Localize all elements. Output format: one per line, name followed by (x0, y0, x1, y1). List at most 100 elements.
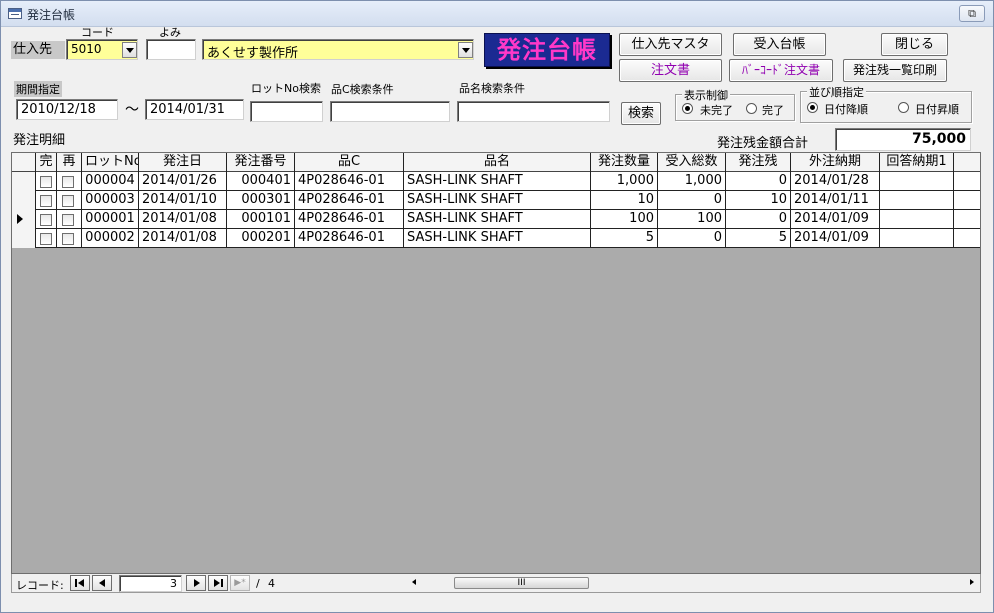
lot-no-cell[interactable]: 000002 (82, 229, 139, 248)
col-header-answer-date[interactable]: 回答納期1 (880, 153, 954, 172)
last-record-button[interactable] (208, 575, 228, 591)
col-header-reissue[interactable]: 再 (57, 153, 82, 172)
horizontal-scrollbar[interactable]: III (412, 576, 977, 590)
part-code-cell[interactable]: 4P028646-01 (295, 229, 404, 248)
scroll-right-icon[interactable] (970, 579, 974, 585)
answer-date-cell[interactable] (880, 229, 954, 248)
part-code-search-input[interactable] (330, 101, 450, 122)
row-selector[interactable] (12, 229, 36, 248)
table-row[interactable]: 000002 2014/01/08 000201 4P028646-01 SAS… (12, 229, 980, 248)
scroll-thumb[interactable]: III (454, 577, 589, 589)
order-no-cell[interactable]: 000101 (227, 210, 295, 229)
col-header-lot-no[interactable]: ロットNo (82, 153, 139, 172)
part-name-cell[interactable]: SASH-LINK SHAFT (404, 172, 591, 191)
col-header-part-name[interactable]: 品名 (404, 153, 591, 172)
radio-date-desc[interactable] (807, 102, 818, 113)
receipt-ledger-button[interactable]: 受入台帳 (733, 33, 826, 56)
new-record-button[interactable]: ▶* (230, 575, 250, 591)
remaining-cell[interactable]: 5 (726, 229, 791, 248)
print-outstanding-list-button[interactable]: 発注残一覧印刷 (843, 59, 947, 82)
col-header-remaining[interactable]: 発注残 (726, 153, 791, 172)
search-button[interactable]: 検索 (621, 102, 661, 125)
lot-no-cell[interactable]: 000003 (82, 191, 139, 210)
order-qty-cell[interactable]: 1,000 (591, 172, 658, 191)
next-record-button[interactable] (186, 575, 206, 591)
part-name-cell[interactable]: SASH-LINK SHAFT (404, 210, 591, 229)
order-qty-cell[interactable]: 10 (591, 191, 658, 210)
reissue-checkbox[interactable] (62, 233, 74, 245)
scroll-left-icon[interactable] (412, 579, 416, 585)
due-date-cell[interactable]: 2014/01/09 (791, 210, 880, 229)
part-name-cell[interactable]: SASH-LINK SHAFT (404, 191, 591, 210)
complete-checkbox[interactable] (40, 176, 52, 188)
order-date-cell[interactable]: 2014/01/10 (139, 191, 227, 210)
first-record-button[interactable] (70, 575, 90, 591)
complete-checkbox[interactable] (40, 214, 52, 226)
radio-incomplete[interactable] (682, 103, 693, 114)
table-row[interactable]: 000004 2014/01/26 000401 4P028646-01 SAS… (12, 172, 980, 191)
col-header-order-date[interactable]: 発注日 (139, 153, 227, 172)
barcode-order-button[interactable]: ﾊﾞｰｺｰﾄﾞ注文書 (729, 59, 833, 82)
due-date-cell[interactable]: 2014/01/09 (791, 229, 880, 248)
complete-checkbox[interactable] (40, 233, 52, 245)
order-date-cell[interactable]: 2014/01/26 (139, 172, 227, 191)
lot-no-cell[interactable]: 000004 (82, 172, 139, 191)
row-selector[interactable] (12, 191, 36, 210)
remaining-cell[interactable]: 0 (726, 210, 791, 229)
received-total-cell[interactable]: 1,000 (658, 172, 726, 191)
col-header-due-date[interactable]: 外注納期 (791, 153, 880, 172)
answer-date-cell[interactable] (880, 172, 954, 191)
order-qty-cell[interactable]: 5 (591, 229, 658, 248)
col-header-complete[interactable]: 完 (36, 153, 57, 172)
order-date-cell[interactable]: 2014/01/08 (139, 210, 227, 229)
supplier-name-dropdown-icon[interactable] (458, 42, 473, 58)
supplier-master-button[interactable]: 仕入先マスタ (619, 33, 722, 56)
supplier-name-combo[interactable]: あくせす製作所 (202, 39, 474, 60)
reissue-checkbox[interactable] (62, 176, 74, 188)
radio-complete[interactable] (746, 103, 757, 114)
answer-date-cell[interactable] (880, 210, 954, 229)
part-name-cell[interactable]: SASH-LINK SHAFT (404, 229, 591, 248)
complete-checkbox[interactable] (40, 195, 52, 207)
order-no-cell[interactable]: 000401 (227, 172, 295, 191)
radio-date-asc[interactable] (898, 102, 909, 113)
date-to-field[interactable]: 2014/01/31 (145, 99, 244, 120)
order-no-cell[interactable]: 000201 (227, 229, 295, 248)
row-selector[interactable] (12, 172, 36, 191)
part-code-cell[interactable]: 4P028646-01 (295, 191, 404, 210)
col-header-received-total[interactable]: 受入総数 (658, 153, 726, 172)
yomi-field[interactable] (146, 39, 196, 60)
part-code-cell[interactable]: 4P028646-01 (295, 172, 404, 191)
close-button[interactable]: 閉じる (881, 33, 948, 56)
col-header-order-no[interactable]: 発注番号 (227, 153, 295, 172)
order-form-button[interactable]: 注文書 (619, 59, 722, 82)
col-header-part-code[interactable]: 品C (295, 153, 404, 172)
restore-button[interactable]: ⧉ (959, 5, 985, 22)
date-from-field[interactable]: 2010/12/18 (16, 99, 118, 120)
order-qty-cell[interactable]: 100 (591, 210, 658, 229)
part-code-cell[interactable]: 4P028646-01 (295, 210, 404, 229)
current-record-field[interactable]: 3 (119, 575, 182, 592)
row-selector[interactable] (12, 210, 36, 229)
table-row[interactable]: 000001 2014/01/08 000101 4P028646-01 SAS… (12, 210, 980, 229)
reissue-checkbox[interactable] (62, 195, 74, 207)
due-date-cell[interactable]: 2014/01/11 (791, 191, 880, 210)
order-date-cell[interactable]: 2014/01/08 (139, 229, 227, 248)
due-date-cell[interactable]: 2014/01/28 (791, 172, 880, 191)
lot-search-input[interactable] (250, 101, 323, 122)
received-total-cell[interactable]: 100 (658, 210, 726, 229)
received-total-cell[interactable]: 0 (658, 229, 726, 248)
lot-no-cell[interactable]: 000001 (82, 210, 139, 229)
supplier-code-dropdown-icon[interactable] (122, 42, 137, 58)
table-row[interactable]: 000003 2014/01/10 000301 4P028646-01 SAS… (12, 191, 980, 210)
order-no-cell[interactable]: 000301 (227, 191, 295, 210)
part-name-search-input[interactable] (457, 101, 610, 122)
previous-record-button[interactable] (92, 575, 112, 591)
reissue-checkbox[interactable] (62, 214, 74, 226)
answer-date-cell[interactable] (880, 191, 954, 210)
previous-record-icon (99, 579, 105, 587)
remaining-cell[interactable]: 10 (726, 191, 791, 210)
col-header-order-qty[interactable]: 発注数量 (591, 153, 658, 172)
remaining-cell[interactable]: 0 (726, 172, 791, 191)
received-total-cell[interactable]: 0 (658, 191, 726, 210)
